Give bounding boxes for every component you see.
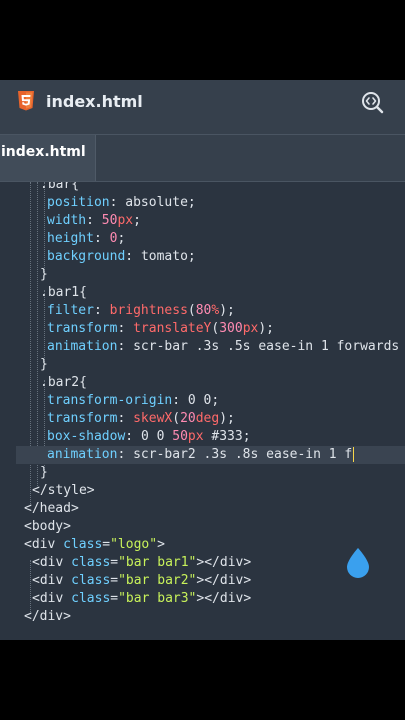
code-line: transform: translateY(300px); (47, 321, 275, 336)
code-line: animation: scr-bar .3s .5s ease-in 1 for… (47, 339, 400, 354)
title-bar: index.html (0, 80, 405, 135)
indent-guide (30, 560, 31, 614)
code-editor-app: index.html index.html .bar{ position: ab… (0, 80, 405, 640)
code-line: <div class="logo"> (24, 537, 165, 552)
tab-label: index.html (1, 144, 86, 160)
indent-guide (37, 182, 38, 488)
code-line: <div class="bar bar3"></div> (32, 591, 252, 606)
code-line: height: 0; (47, 231, 126, 246)
code-line: </style> (32, 483, 95, 498)
code-line: </head> (24, 501, 79, 516)
code-line: box-shadow: 0 0 50px #333; (47, 429, 251, 444)
tab-bar: index.html (0, 135, 405, 182)
code-line: </div> (24, 609, 71, 624)
code-line: <div class="bar bar1"></div> (32, 555, 252, 570)
text-cursor (353, 447, 355, 462)
indent-guide (44, 182, 45, 272)
code-line: transform: skewX(20deg); (47, 411, 235, 426)
code-line: width: 50px; (47, 213, 141, 228)
code-line: transform-origin: 0 0; (47, 393, 220, 408)
code-line: .bar1{ (40, 285, 87, 300)
code-line: position: absolute; (47, 195, 196, 210)
code-line: <div class="bar bar2"></div> (32, 573, 252, 588)
text-selection-handle[interactable] (346, 548, 370, 578)
tab-index-html[interactable]: index.html (0, 135, 96, 181)
code-line: } (40, 267, 48, 282)
code-line: } (40, 465, 48, 480)
code-line: background: tomato; (47, 249, 196, 264)
code-line: <body> (24, 519, 71, 534)
file-title: index.html (46, 92, 143, 111)
code-line-active[interactable]: animation: scr-bar2 .3s .8s ease-in 1 f (16, 446, 405, 464)
code-area[interactable]: .bar{ position: absolute; width: 50px; h… (0, 182, 405, 640)
code-line: } (40, 357, 48, 372)
html5-icon (18, 91, 34, 111)
code-line: filter: brightness(80%); (47, 303, 235, 318)
code-line: .bar2{ (40, 375, 87, 390)
code-line: .bar{ (40, 182, 80, 192)
preview-icon[interactable] (360, 90, 384, 114)
